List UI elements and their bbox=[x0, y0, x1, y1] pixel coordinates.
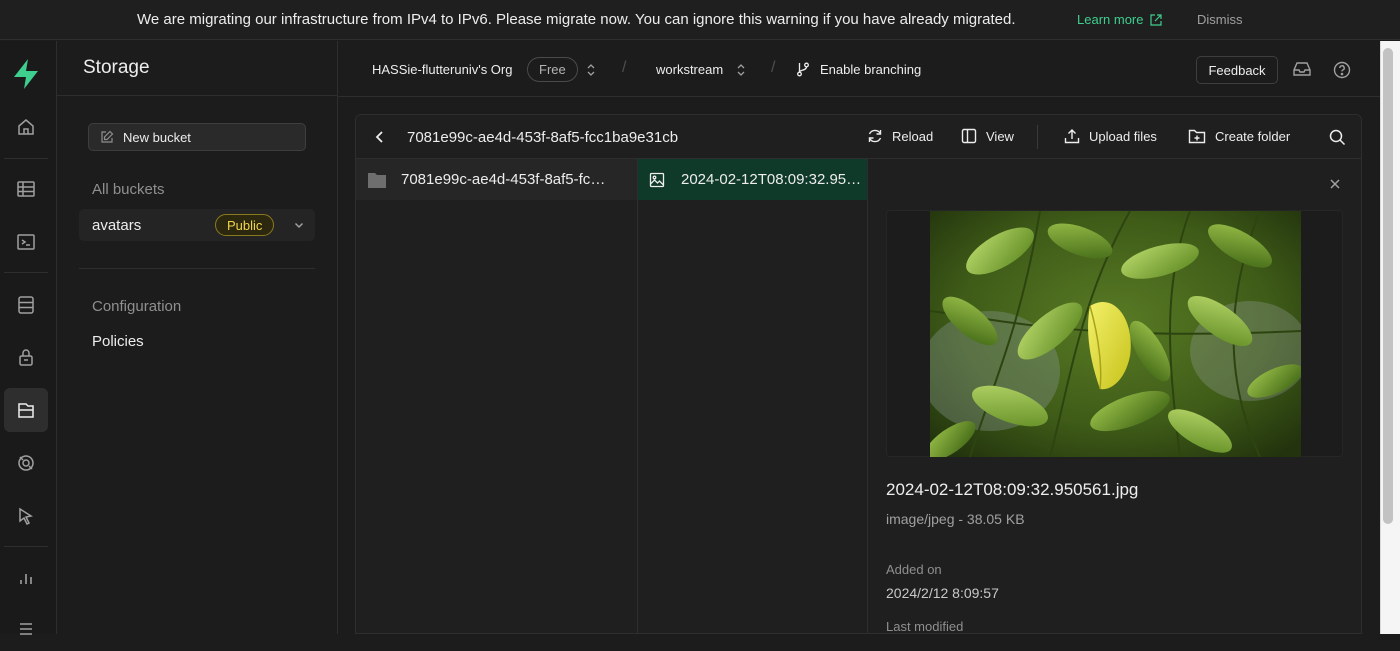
edit-icon bbox=[100, 130, 114, 144]
external-link-icon bbox=[1150, 13, 1163, 26]
close-icon[interactable] bbox=[1329, 178, 1341, 190]
plan-badge: Free bbox=[527, 57, 578, 82]
top-header: HASSie-flutteruniv's Org Free / workstre… bbox=[338, 41, 1380, 97]
storage-sidebar: Storage New bucket All buckets avatars P… bbox=[57, 41, 338, 634]
file-row[interactable]: 2024-02-12T08:09:32.950561.jpg bbox=[638, 159, 867, 200]
auth-icon[interactable] bbox=[4, 335, 48, 379]
feedback-button[interactable]: Feedback bbox=[1196, 56, 1278, 84]
home-icon[interactable] bbox=[4, 105, 48, 149]
columns-icon bbox=[961, 128, 977, 144]
breadcrumb-separator: / bbox=[771, 59, 776, 76]
dismiss-button[interactable]: Dismiss bbox=[1197, 12, 1243, 27]
sidebar-item-configuration[interactable]: Configuration bbox=[92, 298, 181, 315]
reload-button[interactable]: Reload bbox=[867, 128, 933, 144]
storage-icon[interactable] bbox=[4, 388, 48, 432]
all-buckets-heading: All buckets bbox=[92, 181, 165, 198]
current-path: 7081e99c-ae4d-453f-8af5-fcc1ba9e31cb bbox=[407, 129, 679, 146]
realtime-icon[interactable] bbox=[4, 441, 48, 485]
enable-branching-button[interactable]: Enable branching bbox=[820, 62, 921, 77]
reload-label: Reload bbox=[892, 128, 934, 144]
breadcrumb-separator: / bbox=[622, 59, 627, 76]
folder-icon bbox=[367, 171, 387, 189]
learn-more-label: Learn more bbox=[1077, 12, 1144, 27]
folder-name: 7081e99c-ae4d-453f-8af5-fcc1ba9e31cb bbox=[401, 171, 611, 188]
project-selector[interactable]: workstream bbox=[656, 62, 723, 77]
file-name-cell: 2024-02-12T08:09:32.950561.jpg bbox=[681, 171, 867, 188]
table-editor-icon[interactable] bbox=[4, 167, 48, 211]
preview-file-meta: image/jpeg - 38.05 KB bbox=[886, 511, 1025, 527]
upload-label: Upload files bbox=[1089, 128, 1157, 144]
explorer-column-2: 2024-02-12T08:09:32.950561.jpg bbox=[638, 159, 868, 633]
sql-editor-icon[interactable] bbox=[4, 220, 48, 264]
file-explorer: 7081e99c-ae4d-453f-8af5-fcc1ba9e31cb Rel… bbox=[355, 114, 1362, 634]
learn-more-link[interactable]: Learn more bbox=[1077, 12, 1163, 27]
org-selector[interactable]: HASSie-flutteruniv's Org bbox=[372, 62, 512, 77]
added-on-label: Added on bbox=[886, 562, 942, 577]
explorer-column-1: 7081e99c-ae4d-453f-8af5-fcc1ba9e31cb bbox=[356, 159, 638, 633]
image-preview-frame bbox=[886, 210, 1343, 457]
reports-icon[interactable] bbox=[4, 556, 48, 600]
nav-rail bbox=[0, 41, 57, 635]
bucket-name: avatars bbox=[92, 216, 142, 234]
sidebar-title: Storage bbox=[57, 41, 337, 96]
image-preview bbox=[930, 211, 1301, 457]
create-folder-button[interactable]: Create folder bbox=[1188, 128, 1290, 144]
image-file-icon bbox=[649, 172, 665, 188]
search-icon[interactable] bbox=[1329, 129, 1346, 146]
refresh-icon bbox=[867, 128, 883, 144]
folder-plus-icon bbox=[1188, 128, 1206, 144]
file-preview-panel: 2024-02-12T08:09:32.950561.jpg image/jpe… bbox=[868, 159, 1361, 634]
supabase-logo[interactable] bbox=[11, 58, 41, 90]
edge-functions-icon[interactable] bbox=[4, 494, 48, 538]
new-bucket-label: New bucket bbox=[123, 129, 191, 145]
public-badge: Public bbox=[215, 214, 275, 236]
scrollbar-thumb[interactable] bbox=[1383, 48, 1393, 524]
upload-icon bbox=[1064, 128, 1080, 144]
back-icon[interactable] bbox=[375, 130, 385, 144]
bucket-item-avatars[interactable]: avatars Public bbox=[79, 209, 315, 241]
new-bucket-button[interactable]: New bucket bbox=[88, 123, 306, 151]
last-modified-label: Last modified bbox=[886, 619, 964, 634]
upload-files-button[interactable]: Upload files bbox=[1064, 128, 1157, 144]
logs-icon[interactable] bbox=[4, 607, 48, 651]
folder-row[interactable]: 7081e99c-ae4d-453f-8af5-fcc1ba9e31cb bbox=[356, 159, 637, 200]
database-icon[interactable] bbox=[4, 283, 48, 327]
preview-file-name: 2024-02-12T08:09:32.950561.jpg bbox=[886, 480, 1139, 499]
view-label: View bbox=[986, 128, 1014, 144]
git-branch-icon bbox=[796, 62, 810, 77]
chevron-up-down-icon[interactable] bbox=[586, 63, 596, 77]
inbox-icon[interactable] bbox=[1293, 61, 1311, 77]
banner-message: We are migrating our infrastructure from… bbox=[137, 11, 1016, 28]
create-folder-label: Create folder bbox=[1215, 128, 1291, 144]
migration-banner: We are migrating our infrastructure from… bbox=[0, 0, 1400, 40]
added-on-value: 2024/2/12 8:09:57 bbox=[886, 585, 999, 601]
chevron-up-down-icon[interactable] bbox=[736, 63, 746, 77]
chevron-down-icon[interactable] bbox=[293, 219, 305, 231]
explorer-header: 7081e99c-ae4d-453f-8af5-fcc1ba9e31cb Rel… bbox=[356, 115, 1361, 159]
help-icon[interactable] bbox=[1333, 61, 1351, 79]
view-button[interactable]: View bbox=[961, 128, 1014, 144]
sidebar-item-policies[interactable]: Policies bbox=[92, 333, 144, 350]
